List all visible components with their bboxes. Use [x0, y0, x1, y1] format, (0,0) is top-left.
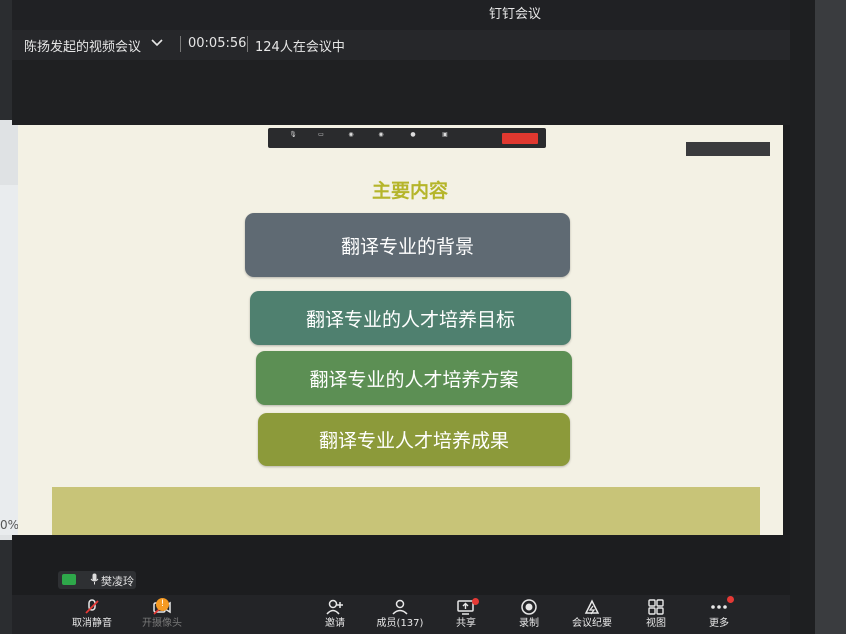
slide-item-2: 翻译专业的人才培养目标 — [250, 291, 571, 345]
members-icon — [370, 598, 430, 618]
muted-mic-icon — [62, 598, 122, 618]
elapsed-time: 00:05:56 — [188, 36, 247, 51]
slide-heading: 主要内容 — [371, 180, 448, 202]
slide-item-1: 翻译专业的背景 — [245, 213, 570, 277]
camera-warning-badge: ! — [156, 598, 169, 611]
title-bar — [12, 0, 790, 30]
stop-share-button[interactable] — [502, 133, 538, 144]
share-icon[interactable]: ▣ — [436, 131, 454, 145]
members-button[interactable]: 成员(137) — [370, 598, 430, 630]
grid-icon — [626, 598, 686, 618]
share-screen-icon — [436, 598, 496, 618]
slide-item-3: 翻译专业的人才培养方案 — [256, 351, 572, 405]
camera-icon[interactable]: ▭ — [312, 131, 330, 145]
video-area — [12, 60, 790, 125]
chevron-down-icon[interactable] — [150, 36, 164, 54]
mic-icon — [90, 573, 99, 588]
invite-button[interactable]: 邀请 — [305, 598, 365, 630]
participant-count[interactable]: 124人在会议中 — [255, 36, 345, 55]
ai-notes-icon — [562, 598, 622, 618]
share-indicator-dot — [472, 598, 479, 605]
mic-icon[interactable]: 🎙 — [284, 131, 302, 145]
speaker-name: 樊凌玲 — [101, 575, 134, 588]
view-button[interactable]: 视图 — [626, 598, 686, 630]
side-window-zoom: 0% — [0, 518, 20, 532]
minutes-button[interactable]: 会议纪要 — [562, 598, 622, 630]
members-icon[interactable]: ◉ — [372, 131, 390, 145]
user-icon[interactable]: ◉ — [342, 131, 360, 145]
slide-item-4: 翻译专业人才培养成果 — [258, 413, 570, 466]
speaker-mini-panel[interactable] — [686, 142, 770, 156]
record-icon — [499, 598, 559, 618]
window-title: 钉钉会议 — [488, 7, 541, 22]
more-indicator-dot — [727, 596, 734, 603]
background-wall — [815, 0, 846, 634]
record-button[interactable]: 录制 — [499, 598, 559, 630]
more-dots-icon — [689, 598, 749, 618]
meeting-name[interactable]: 陈扬发起的视频会议 — [24, 36, 141, 55]
separator — [180, 36, 181, 52]
unmute-button[interactable]: 取消静音 — [62, 598, 122, 630]
share-button[interactable]: 共享 — [436, 598, 496, 630]
camera-on-icon — [62, 574, 76, 585]
record-icon[interactable]: ● — [404, 131, 422, 145]
separator — [247, 36, 248, 52]
slide-footer-band — [52, 487, 760, 535]
more-button[interactable]: 更多 — [689, 598, 749, 630]
add-user-icon — [305, 598, 365, 618]
